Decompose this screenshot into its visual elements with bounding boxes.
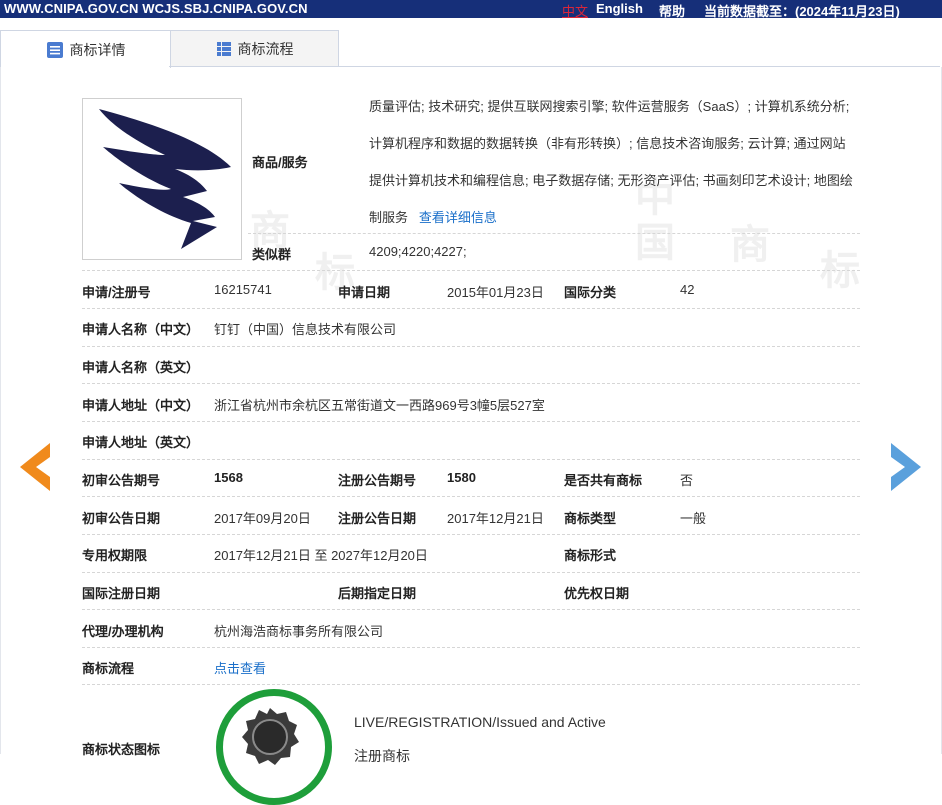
prev-arrow-icon[interactable] xyxy=(20,443,52,491)
divider xyxy=(82,609,860,610)
prelim-issue-label: 初审公告期号 xyxy=(82,473,161,488)
address-cn-value: 浙江省杭州市余杭区五常街道文一西路969号3幢5层527室 xyxy=(214,398,545,413)
divider xyxy=(82,684,860,685)
similar-group-label: 类似群 xyxy=(252,247,292,262)
divider xyxy=(82,308,860,309)
help-link[interactable]: 帮助 xyxy=(659,1,685,20)
lang-chinese-link[interactable]: 中文 xyxy=(562,1,588,20)
divider xyxy=(82,421,860,422)
goods-services-label: 商品/服务 xyxy=(252,155,308,170)
reg-issue-label: 注册公告期号 xyxy=(338,473,417,488)
divider xyxy=(82,459,860,460)
agency-label: 代理/办理机构 xyxy=(82,624,164,639)
divider xyxy=(82,647,860,648)
trademark-flow-label: 商标流程 xyxy=(82,661,135,676)
list-detail-icon xyxy=(46,41,63,58)
applicant-en-label: 申请人名称（英文） xyxy=(82,360,200,375)
data-date: 当前数据截至：(2024年11月23日) xyxy=(704,4,900,19)
intl-class-value: 42 xyxy=(680,282,695,297)
apply-date-label: 申请日期 xyxy=(338,285,391,300)
mark-type-label: 商标类型 xyxy=(564,511,617,526)
mark-form-label: 商标形式 xyxy=(564,548,617,563)
mark-type-value: 一般 xyxy=(680,511,707,526)
reg-issue-value: 1580 xyxy=(447,470,476,485)
shared-mark-value: 否 xyxy=(680,473,694,488)
status-text-en: LIVE/REGISTRATION/Issued and Active xyxy=(354,714,606,730)
status-text-cn: 注册商标 xyxy=(354,748,410,764)
divider xyxy=(82,534,860,535)
prelim-date-value: 2017年09月20日 xyxy=(214,511,311,526)
applicant-cn-label: 申请人名称（中文） xyxy=(82,322,200,337)
divider xyxy=(82,496,860,497)
reg-date-label: 注册公告日期 xyxy=(338,511,417,526)
divider xyxy=(248,233,860,234)
reg-no-label: 申请/注册号 xyxy=(82,285,151,300)
intl-reg-date-label: 国际注册日期 xyxy=(82,586,161,601)
prelim-issue-value: 1568 xyxy=(214,470,243,485)
trademark-flow-link[interactable]: 点击查看 xyxy=(214,658,266,677)
tab-label: 商标详情 xyxy=(69,41,126,58)
reg-date-value: 2017年12月21日 xyxy=(447,511,544,526)
view-detail-link[interactable]: 查看详细信息 xyxy=(419,210,497,225)
later-designation-label: 后期指定日期 xyxy=(338,586,417,601)
trademark-image xyxy=(82,98,242,260)
prelim-date-label: 初审公告日期 xyxy=(82,511,161,526)
goods-line: 提供计算机技术和编程信息; 电子数据存储; 无形资产评估; 书画刻印艺术设计; … xyxy=(369,173,853,188)
grid-icon xyxy=(216,42,231,56)
lang-english-link[interactable]: English xyxy=(596,1,643,16)
divider xyxy=(82,346,860,347)
tab-label: 商标流程 xyxy=(237,41,294,57)
divider xyxy=(82,572,860,573)
reg-no-value: 16215741 xyxy=(214,282,272,297)
applicant-cn-value: 钉钉（中国）信息技术有限公司 xyxy=(214,322,397,337)
address-en-label: 申请人地址（英文） xyxy=(82,435,200,450)
dingtalk-logo-icon xyxy=(99,109,231,249)
priority-date-label: 优先权日期 xyxy=(564,586,630,601)
exclusive-period-label: 专用权期限 xyxy=(82,548,148,563)
exclusive-period-value: 2017年12月21日 至 2027年12月20日 xyxy=(214,548,428,563)
intl-class-label: 国际分类 xyxy=(564,285,617,300)
top-bar: WWW.CNIPA.GOV.CN WCJS.SBJ.CNIPA.GOV.CN 中… xyxy=(0,0,942,20)
next-arrow-icon[interactable] xyxy=(889,443,921,491)
divider xyxy=(82,383,860,384)
goods-line: 质量评估; 技术研究; 提供互联网搜索引擎; 软件运营服务（SaaS）; 计算机… xyxy=(369,99,850,114)
goods-line: 计算机程序和数据的数据转换（非有形转换）; 信息技术咨询服务; 云计算; 通过网… xyxy=(369,136,846,151)
status-icon-label: 商标状态图标 xyxy=(82,742,161,757)
tab-trademark-flow[interactable]: 商标流程 xyxy=(170,30,339,67)
shared-mark-label: 是否共有商标 xyxy=(564,473,643,488)
divider xyxy=(82,270,860,271)
goods-services-text: 质量评估; 技术研究; 提供互联网搜索引擎; 软件运营服务（SaaS）; 计算机… xyxy=(369,88,861,236)
tab-trademark-detail[interactable]: 商标详情 xyxy=(0,30,171,68)
similar-group-value: 4209;4220;4227; xyxy=(369,244,467,259)
registered-seal-icon xyxy=(242,708,299,765)
apply-date-value: 2015年01月23日 xyxy=(447,285,544,300)
address-cn-label: 申请人地址（中文） xyxy=(82,398,200,413)
goods-line: 制服务 xyxy=(369,210,409,225)
tab-bar: 商标详情 商标流程 xyxy=(0,30,942,68)
agency-value: 杭州海浩商标事务所有限公司 xyxy=(214,624,384,639)
site-links[interactable]: WWW.CNIPA.GOV.CN WCJS.SBJ.CNIPA.GOV.CN xyxy=(4,1,308,16)
